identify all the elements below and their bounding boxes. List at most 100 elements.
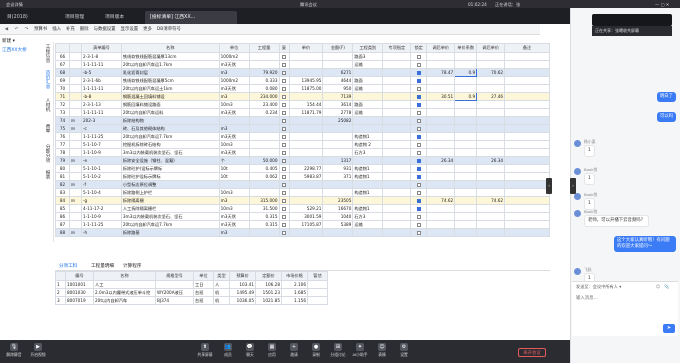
tab-bid-list[interactable]: [投标清单] 江西XX... xyxy=(145,11,237,24)
code-cell[interactable]: 1-1-11-11 xyxy=(80,107,122,117)
price-cell[interactable] xyxy=(288,115,324,125)
name-cell[interactable]: 拆除砼护(设标示牌标 xyxy=(120,163,220,173)
p3-cell[interactable] xyxy=(476,171,506,181)
amount-cell[interactable] xyxy=(322,59,354,69)
tag-cell[interactable] xyxy=(68,219,82,229)
code-cell[interactable]: 5-1-10-7 xyxy=(80,139,122,149)
p3-cell[interactable] xyxy=(476,163,506,173)
lock-cell[interactable] xyxy=(410,203,428,213)
checkbox[interactable] xyxy=(416,78,421,83)
p3-cell[interactable] xyxy=(476,219,506,229)
code-cell[interactable]: -f xyxy=(80,179,122,189)
note-cell[interactable] xyxy=(504,123,550,133)
table-row[interactable]: 74 ⊟ 202-3 拆除结构物 25082 xyxy=(55,115,550,125)
no-cell[interactable]: 66 xyxy=(55,51,70,61)
code-cell[interactable]: 1-1-10-9 xyxy=(80,211,122,221)
c2-cell[interactable] xyxy=(382,131,412,141)
table-row[interactable]: 73 1-1-11-11 20t以内自卸汽车运料 m3天然 0.234 11871.79 2… xyxy=(55,107,550,117)
my-message-bubble[interactable]: 这个大家认真听哦！有问题的欢迎大家提问～ xyxy=(614,236,676,252)
tag-cell[interactable] xyxy=(68,139,82,149)
code-cell[interactable]: 1-1-11-11 xyxy=(80,83,122,93)
check-cell[interactable] xyxy=(278,219,290,229)
code-cell[interactable]: -e xyxy=(80,155,122,165)
c2-cell[interactable] xyxy=(382,67,412,77)
qty-cell[interactable] xyxy=(248,51,280,61)
qty-cell[interactable]: 234.000 xyxy=(248,91,280,101)
no-cell[interactable]: 88 xyxy=(55,227,70,237)
table-row[interactable]: 83 5-1-10-4 拆除路侧上护栏 10m3 构造物1 xyxy=(55,187,550,197)
coef-cell[interactable] xyxy=(454,115,478,125)
my-message-bubble[interactable]: 可以吗 xyxy=(656,112,676,122)
nav-cost-summary[interactable]: 造价汇总 xyxy=(43,70,51,88)
checkbox[interactable] xyxy=(416,230,421,235)
unit-cell[interactable]: 个 xyxy=(218,155,250,165)
table-row[interactable]: 87 1-1-11-25 20t以内自卸汽车运7.7km m3天然 0.315 17105… xyxy=(55,219,550,229)
lock-cell[interactable] xyxy=(410,131,428,141)
c2-cell[interactable] xyxy=(382,203,412,213)
checkbox[interactable] xyxy=(416,166,421,171)
p2-cell[interactable] xyxy=(426,59,456,69)
table-row[interactable]: 82 ⊟ -f 小型标志原位调整 xyxy=(55,179,550,189)
note-cell[interactable] xyxy=(504,227,550,237)
qty-cell[interactable]: 31.500 xyxy=(248,203,280,213)
unit-cell[interactable]: 10m3 xyxy=(218,187,250,197)
qty-cell[interactable]: 0.315 xyxy=(248,219,280,229)
unit-cell[interactable]: m3 xyxy=(218,227,250,237)
price-cell[interactable] xyxy=(288,227,324,237)
unit-cell[interactable]: m3天然 xyxy=(218,59,250,69)
check-cell[interactable] xyxy=(278,67,290,77)
p3-cell[interactable]: 2.106 xyxy=(281,279,308,289)
toolbar-supplement[interactable]: 补充 xyxy=(66,26,75,32)
p2-cell[interactable] xyxy=(426,115,456,125)
materials-header-cell[interactable]: 规格型号 xyxy=(155,271,194,281)
check-cell[interactable] xyxy=(278,99,290,109)
materials-header-cell[interactable]: 市场价格 xyxy=(281,271,308,281)
header-cell[interactable]: 清单编号 xyxy=(80,43,122,53)
lock-cell[interactable] xyxy=(410,51,428,61)
code-cell[interactable]: 1-1-11-11 xyxy=(80,59,122,69)
amount-cell[interactable]: 1317 xyxy=(322,155,354,165)
price-cell[interactable]: 5983.87 xyxy=(288,171,324,181)
cat-cell[interactable]: 路面 xyxy=(352,99,384,109)
p3-cell[interactable] xyxy=(476,227,506,237)
checkbox[interactable] xyxy=(416,222,421,227)
amount-cell[interactable] xyxy=(322,139,354,149)
qty-cell[interactable] xyxy=(248,59,280,69)
share-screen-button[interactable]: ⬆ 共享屏幕 xyxy=(195,342,215,358)
checkbox[interactable] xyxy=(416,150,421,155)
no-cell[interactable]: 86 xyxy=(55,211,70,221)
coef-cell[interactable] xyxy=(454,59,478,69)
tag-cell[interactable] xyxy=(68,211,82,221)
checkbox[interactable] xyxy=(282,182,286,187)
qty-cell[interactable]: 0.315 xyxy=(248,211,280,221)
c2-cell[interactable] xyxy=(382,211,412,221)
table-row[interactable]: 84 ⊟ -g 拆除隔离栅 m3 315.000 23505 74.62 74.62 xyxy=(55,195,550,205)
note-cell[interactable] xyxy=(504,163,550,173)
materials-header-cell[interactable]: 定额价 xyxy=(255,271,282,281)
checkbox[interactable] xyxy=(282,198,286,203)
p2-cell[interactable] xyxy=(426,51,456,61)
lock-cell[interactable] xyxy=(410,219,428,229)
unit-cell[interactable]: m3天然 xyxy=(218,107,250,117)
check-cell[interactable] xyxy=(278,171,290,181)
collapse-handle[interactable]: ‹ xyxy=(546,178,552,194)
checkbox[interactable] xyxy=(282,150,286,155)
emoji-picker-icon[interactable]: ☺ xyxy=(656,284,660,289)
p3-cell[interactable] xyxy=(476,99,506,109)
checkbox[interactable] xyxy=(416,110,421,115)
checkbox[interactable] xyxy=(282,142,286,147)
unit-cell[interactable]: 1000m2 xyxy=(218,75,250,85)
header-cell[interactable]: 名称 xyxy=(120,43,220,53)
amount-cell[interactable] xyxy=(322,227,354,237)
table-row[interactable]: 68 -b-5 乳化沥青封层 m3 79.920 6271 78.47 0.9 70.62 xyxy=(55,67,550,77)
name-cell[interactable]: 钢筋回填料铺设路面 xyxy=(120,99,220,109)
table-row[interactable]: 67 1-1-11-11 20t以内自卸汽车运1.7km m3天然 运输 xyxy=(55,59,550,69)
send-to-selector[interactable]: 发送至：会议中所有人 ▾ xyxy=(576,284,621,290)
members-button[interactable]: 👥 成员 xyxy=(218,342,238,358)
unit-cell[interactable]: 工日 xyxy=(193,279,214,289)
table-row[interactable]: 77 5-1-10-7 挖掘机拆除砖石结构 10m3 构造物 2 xyxy=(55,139,550,149)
coef-cell[interactable] xyxy=(454,139,478,149)
check-cell[interactable] xyxy=(278,195,290,205)
redo-icon[interactable]: ↷ xyxy=(24,27,29,32)
header-cell[interactable]: 单价 xyxy=(288,43,324,53)
